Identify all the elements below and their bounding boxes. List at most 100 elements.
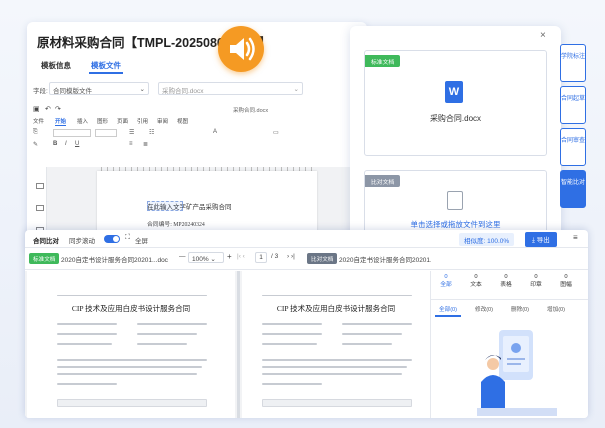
standard-doc-card[interactable]: 标准文档 W 采购合同.docx [364, 50, 547, 156]
compare-doc-title: CIP 技术及应用白皮书设计服务合同 [276, 304, 396, 313]
numbered-list-icon[interactable]: ☷ [149, 129, 154, 136]
stat-drawing[interactable]: 0 图幅 [551, 273, 581, 289]
page-total: / 3 [271, 253, 279, 260]
stat-table[interactable]: 0 表格 [491, 273, 521, 289]
standard-doc-filename: 2020自定书设计服务合同20201...doc [61, 257, 168, 264]
upload-hint[interactable]: 单击选择或拖放文件到这里 [365, 219, 546, 230]
underline-icon[interactable]: U [75, 141, 79, 147]
text-line [57, 333, 117, 335]
list-icon[interactable]: ☰ [129, 129, 134, 136]
zoom-out-icon[interactable]: — [179, 253, 186, 260]
side-button-draft[interactable]: 合同起草 [560, 86, 586, 124]
style-gallery-icon[interactable]: ▭ [273, 129, 279, 136]
text-line [262, 359, 412, 361]
field-file-select[interactable]: 采购合同.docx ⌄ [158, 82, 303, 95]
standard-doc-tag: 标准文档 [365, 55, 401, 67]
menu-shape[interactable]: 图形 [97, 117, 108, 125]
text-line [262, 366, 407, 368]
redo-icon[interactable]: ↷ [55, 105, 61, 113]
menu-home[interactable]: 开始 [55, 117, 67, 126]
doc-table [262, 399, 412, 407]
close-icon[interactable]: × [540, 30, 546, 41]
bold-icon[interactable]: B [53, 141, 57, 147]
zoom-select[interactable]: 100% ⌄ [188, 252, 224, 263]
text-line [342, 343, 392, 345]
next-page-icon[interactable]: › ›| [287, 253, 295, 260]
text-line [262, 343, 317, 345]
align-center-icon[interactable]: ≣ [143, 141, 148, 148]
word-toolbar: ▣ ↶ ↷ 采购合同.docx 文件 开始 插入 图形 页面 引用 审阅 视图 … [33, 104, 363, 164]
text-line [57, 383, 117, 385]
menu-review[interactable]: 审阅 [157, 117, 168, 125]
page-splitter[interactable] [237, 271, 240, 418]
stat-seal[interactable]: 0 印章 [521, 273, 551, 289]
side-button-compare[interactable]: 智能比对 [560, 170, 586, 208]
tab-template-info[interactable]: 模板信息 [41, 60, 71, 71]
filter-added[interactable]: 增加(0) [547, 305, 565, 313]
standard-doc-filename: 采购合同.docx [429, 114, 482, 123]
save-icon[interactable]: ▣ [33, 105, 40, 113]
field-label: 字段: [33, 88, 48, 95]
menu-view[interactable]: 视图 [177, 117, 188, 125]
italic-icon[interactable]: I [65, 141, 67, 147]
field-select[interactable]: 合同模版文件 ⌄ [49, 82, 149, 95]
text-line [57, 343, 112, 345]
text-line [57, 359, 207, 361]
person-with-phone-illustration [477, 324, 557, 416]
compare-upload-panel: × 标准文档 W 采购合同.docx 比对文档 单击选择或拖放文件到这里 [350, 26, 561, 250]
sync-scroll-toggle[interactable] [104, 235, 120, 243]
menu-page[interactable]: 页面 [117, 117, 128, 125]
fullscreen-label[interactable]: 全屏 [135, 235, 148, 245]
outline-icon[interactable] [36, 205, 44, 211]
undo-icon[interactable]: ↶ [45, 105, 51, 113]
first-page-icon[interactable]: |‹ ‹ [237, 253, 245, 260]
template-editor-panel: 原材料采购合同【TMPL-202508000010】 模板信息 模板文件 字段:… [27, 22, 367, 254]
text-line [57, 373, 197, 375]
speaker-icon[interactable] [218, 26, 264, 72]
compare-title: 合同比对 [33, 238, 59, 245]
compare-doc-page: CIP 技术及应用白皮书设计服务合同 [242, 271, 430, 418]
menu-insert[interactable]: 插入 [77, 117, 88, 125]
export-button[interactable]: ⤓ 导出 [525, 232, 557, 247]
side-button-review[interactable]: 合同审查 [560, 128, 586, 166]
text-line [262, 373, 402, 375]
page-input[interactable]: 1 [255, 252, 267, 263]
text-line [262, 323, 322, 325]
font-size-select[interactable] [95, 129, 117, 137]
standard-doc-badge: 标准文档 [29, 253, 60, 264]
compare-documents: CIP 技术及应用白皮书设计服务合同 CIP 技术及应用白皮书设计服务合同 [25, 271, 430, 418]
format-ribbon: ⎘ ✎ B I U ☰ ☷ ≡ ≣ A ▭ [33, 129, 363, 155]
tab-template-file[interactable]: 模板文件 [91, 60, 121, 71]
standard-doc-title: CIP 技术及应用白皮书设计服务合同 [71, 304, 191, 313]
document-title: 采购合同.docx [233, 108, 269, 114]
nav-icon[interactable] [36, 183, 44, 189]
compare-header: 合同比对 同步滚动 ⛶ 全屏 相似度: 100.0% ⤓ 导出 ≡ [25, 230, 588, 248]
filter-all[interactable]: 全部(0) [439, 305, 457, 313]
text-line [137, 343, 187, 345]
side-button-label[interactable]: 学院标注 [560, 44, 586, 82]
text-line [57, 366, 202, 368]
stat-all[interactable]: 0 全部 [431, 273, 461, 289]
paste-icon[interactable]: ⎘ [33, 129, 38, 136]
sync-scroll-label: 同步滚动 [69, 238, 95, 245]
text-line [262, 383, 322, 385]
fullscreen-icon[interactable]: ⛶ [125, 234, 130, 242]
text-line [262, 333, 322, 335]
align-left-icon[interactable]: ≡ [129, 141, 133, 147]
zoom-in-icon[interactable]: + [227, 252, 232, 261]
menu-file[interactable]: 文件 [33, 117, 44, 125]
text-line [57, 323, 117, 325]
page-rule [57, 295, 207, 296]
text-selection [147, 201, 183, 211]
font-select[interactable] [53, 129, 91, 137]
menu-reference[interactable]: 引用 [137, 117, 148, 125]
style-icon[interactable]: A [213, 129, 217, 135]
filter-modified[interactable]: 修改(0) [475, 305, 493, 313]
filter-deleted[interactable]: 删除(0) [511, 305, 529, 313]
format-painter-icon[interactable]: ✎ [33, 141, 38, 148]
page-rule [262, 295, 412, 296]
text-line [137, 333, 197, 335]
menu-icon[interactable]: ≡ [573, 233, 578, 242]
divider [431, 299, 588, 300]
stat-text[interactable]: 0 文本 [461, 273, 491, 289]
